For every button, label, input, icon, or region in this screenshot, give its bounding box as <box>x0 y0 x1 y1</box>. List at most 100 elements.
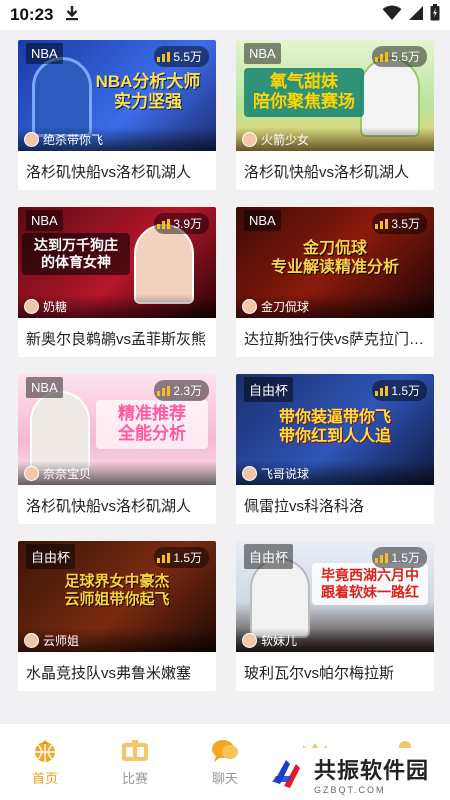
match-title: 洛杉矶快船vs洛杉矶湖人 <box>26 498 192 515</box>
anchor-name: 绝杀带你飞 <box>43 132 104 147</box>
league-tag: NBA <box>244 210 281 231</box>
card-thumbnail: 毕竟西湖六月中 跟着软妹一路红 自由杯 1.5万 软妹儿 <box>236 541 434 652</box>
match-title: 佩雷拉vs科洛科洛 <box>244 498 365 515</box>
card-banner: 足球界女中豪杰 云师姐带你起飞 <box>64 573 170 608</box>
heat-bars-icon <box>157 218 171 229</box>
anchor-info: 云师姐 <box>18 628 216 652</box>
match-title: 玻利瓦尔vs帕尔梅拉斯 <box>244 665 395 682</box>
heat-count: 5.5万 <box>173 50 202 64</box>
league-tag: NBA <box>26 210 63 231</box>
heat-bars-icon <box>157 385 171 396</box>
anchor-name: 奈奈宝贝 <box>43 466 92 481</box>
status-time: 10:23 <box>10 5 54 24</box>
download-icon <box>65 5 79 26</box>
live-card[interactable]: 金刀侃球 专业解读精准分析 NBA 3.5万 金刀侃球 达拉斯独行侠vs萨克拉门托… <box>236 207 434 357</box>
live-card[interactable]: 氧气甜妹 陪你聚焦赛场 NBA 5.5万 火箭少女 洛杉矶快船vs洛杉矶湖人 <box>236 40 434 190</box>
wifi-icon <box>382 5 402 26</box>
status-bar: 10:23 <box>0 0 450 30</box>
heat-count: 1.5万 <box>391 384 420 398</box>
heat-bars-icon <box>375 51 389 62</box>
card-thumbnail: 氧气甜妹 陪你聚焦赛场 NBA 5.5万 火箭少女 <box>236 40 434 151</box>
league-tag: NBA <box>26 43 63 64</box>
avatar <box>24 465 39 481</box>
anchor-name: 火箭少女 <box>261 132 310 147</box>
anchor-info: 奶糖 <box>18 294 216 318</box>
heat-count: 3.9万 <box>173 217 202 231</box>
heat-count: 2.3万 <box>173 384 202 398</box>
avatar <box>24 632 39 648</box>
anchor-info: 火箭少女 <box>236 127 434 151</box>
match-board-icon <box>120 738 150 764</box>
card-thumbnail: 带你装逼带你飞 带你红到人人追 自由杯 1.5万 飞哥说球 <box>236 374 434 485</box>
card-thumbnail: 金刀侃球 专业解读精准分析 NBA 3.5万 金刀侃球 <box>236 207 434 318</box>
signal-icon <box>408 5 424 26</box>
heat-badge: 2.3万 <box>154 380 209 401</box>
heat-badge: 3.5万 <box>372 213 427 234</box>
card-thumbnail: 足球界女中豪杰 云师姐带你起飞 自由杯 1.5万 云师姐 <box>18 541 216 652</box>
avatar <box>242 632 257 648</box>
card-banner: 精准推荐 全能分析 <box>96 400 208 449</box>
heat-badge: 5.5万 <box>372 46 427 67</box>
card-thumbnail: 达到万千狗庄 的体育女神 NBA 3.9万 奶糖 <box>18 207 216 318</box>
match-title: 水晶竞技队vs弗鲁米嫩塞 <box>26 665 192 682</box>
heat-bars-icon <box>157 552 171 563</box>
heat-count: 3.5万 <box>391 217 420 231</box>
card-banner: 金刀侃球 专业解读精准分析 <box>270 240 399 277</box>
heat-bars-icon <box>375 552 389 563</box>
watermark-logo-icon <box>272 760 300 788</box>
live-card[interactable]: 达到万千狗庄 的体育女神 NBA 3.9万 奶糖 新奥尔良鹈鹕vs孟菲斯灰熊 <box>18 207 216 357</box>
heat-bars-icon <box>157 51 171 62</box>
avatar <box>242 465 257 481</box>
heat-count: 5.5万 <box>391 50 420 64</box>
chat-bubble-icon <box>210 738 240 764</box>
league-tag: 自由杯 <box>26 544 76 569</box>
avatar <box>242 298 257 314</box>
card-thumbnail: 精准推荐 全能分析 NBA 2.3万 奈奈宝贝 <box>18 374 216 485</box>
heat-badge: 1.5万 <box>372 380 427 401</box>
watermark-title: 共振软件园 <box>314 758 430 783</box>
tab-label: 比赛 <box>121 771 148 786</box>
live-card-grid: NBA分析大师 实力坚强 NBA 5.5万 绝杀带你飞 洛杉矶快船vs洛杉矶湖人 … <box>18 40 434 691</box>
tab-home[interactable]: 首页 <box>0 738 90 800</box>
anchor-info: 奈奈宝贝 <box>18 461 216 485</box>
card-thumbnail: NBA分析大师 实力坚强 NBA 5.5万 绝杀带你飞 <box>18 40 216 151</box>
heat-bars-icon <box>375 385 389 396</box>
match-title: 洛杉矶快船vs洛杉矶湖人 <box>26 164 192 181</box>
heat-badge: 1.5万 <box>372 547 427 568</box>
tab-label: 聊天 <box>211 771 238 786</box>
heat-bars-icon <box>375 218 389 229</box>
avatar <box>242 131 257 147</box>
league-tag: NBA <box>26 377 63 398</box>
live-card[interactable]: 毕竟西湖六月中 跟着软妹一路红 自由杯 1.5万 软妹儿 玻利瓦尔vs帕尔梅拉斯 <box>236 541 434 691</box>
card-banner: 达到万千狗庄 的体育女神 <box>22 233 130 275</box>
heat-badge: 1.5万 <box>154 547 209 568</box>
anchor-name: 奶糖 <box>43 299 68 314</box>
card-banner: 毕竟西湖六月中 跟着软妹一路红 <box>312 563 428 605</box>
anchor-info: 金刀侃球 <box>236 294 434 318</box>
watermark-subtitle: GZBQT.COM <box>314 785 386 795</box>
heat-count: 1.5万 <box>391 551 420 565</box>
match-title: 新奥尔良鹈鹕vs孟菲斯灰熊 <box>26 331 207 348</box>
live-card[interactable]: 足球界女中豪杰 云师姐带你起飞 自由杯 1.5万 云师姐 水晶竞技队vs弗鲁米嫩塞 <box>18 541 216 691</box>
heat-badge: 3.9万 <box>154 213 209 234</box>
heat-badge: 5.5万 <box>154 46 209 67</box>
home-basketball-icon <box>30 738 60 764</box>
tab-match[interactable]: 比赛 <box>90 738 180 800</box>
live-card[interactable]: 带你装逼带你飞 带你红到人人追 自由杯 1.5万 飞哥说球 佩雷拉vs科洛科洛 <box>236 374 434 524</box>
battery-icon <box>430 4 440 26</box>
anchor-name: 飞哥说球 <box>261 466 310 481</box>
card-banner: 带你装逼带你飞 带你红到人人追 <box>278 409 391 446</box>
tab-label: 首页 <box>31 771 58 786</box>
live-card[interactable]: NBA分析大师 实力坚强 NBA 5.5万 绝杀带你飞 洛杉矶快船vs洛杉矶湖人 <box>18 40 216 190</box>
league-tag: NBA <box>244 43 281 64</box>
live-card[interactable]: 精准推荐 全能分析 NBA 2.3万 奈奈宝贝 洛杉矶快船vs洛杉矶湖人 <box>18 374 216 524</box>
anchor-name: 软妹儿 <box>261 633 298 648</box>
match-title: 洛杉矶快船vs洛杉矶湖人 <box>244 164 410 181</box>
league-tag: 自由杯 <box>244 544 294 569</box>
card-banner: 氧气甜妹 陪你聚焦赛场 <box>244 68 364 117</box>
site-watermark: 共振软件园 GZBQT.COM <box>250 748 450 800</box>
heat-count: 1.5万 <box>173 551 202 565</box>
card-banner: NBA分析大师 实力坚强 <box>95 72 201 112</box>
anchor-info: 飞哥说球 <box>236 461 434 485</box>
avatar <box>24 131 39 147</box>
